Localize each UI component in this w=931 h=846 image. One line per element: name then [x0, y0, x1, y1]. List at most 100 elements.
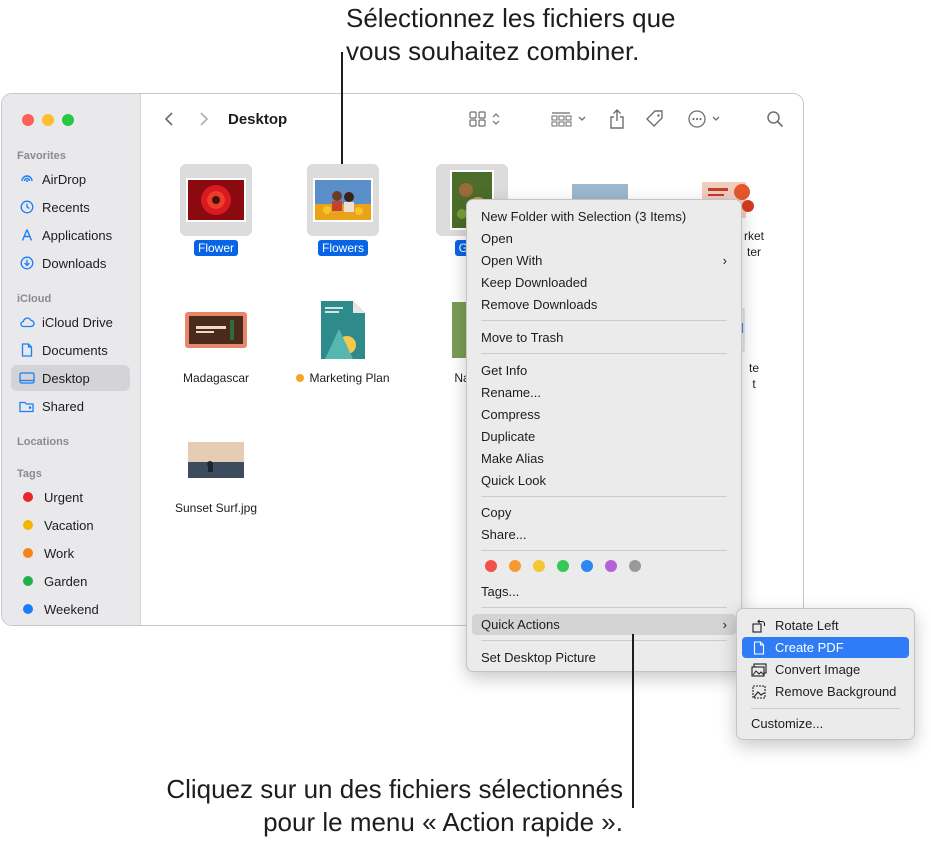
callout-leader-top	[341, 52, 343, 164]
menu-item-quick-actions[interactable]: Quick Actions ›	[472, 614, 736, 635]
minimize-window-button[interactable]	[42, 114, 54, 126]
menu-item-move-to-trash[interactable]: Move to Trash	[472, 327, 736, 348]
menu-item-quick-look[interactable]: Quick Look	[472, 470, 736, 491]
ellipsis-circle-icon	[688, 110, 720, 128]
menu-item-label: Get Info	[481, 363, 528, 378]
tag-color-yellow[interactable]	[533, 560, 545, 572]
menu-item-compress[interactable]: Compress	[472, 404, 736, 425]
sidebar-item-documents[interactable]: Documents	[11, 337, 130, 363]
callout-bottom-line-1: Cliquez sur un des fichiers sélectionnés	[166, 774, 623, 804]
callout-select-files: Sélectionnez les fichiers que vous souha…	[346, 2, 786, 68]
share-button[interactable]	[606, 106, 628, 132]
menu-separator	[481, 550, 727, 551]
share-icon	[610, 109, 624, 129]
menu-item-make-alias[interactable]: Make Alias	[472, 448, 736, 469]
sidebar-item-label: Documents	[42, 342, 108, 358]
menu-item-open[interactable]: Open	[472, 228, 736, 249]
tag-color-gray[interactable]	[629, 560, 641, 572]
sidebar-tag-vacation[interactable]: Vacation	[11, 512, 130, 538]
menu-item-label: Rotate Left	[775, 618, 839, 633]
tag-icon	[646, 110, 663, 127]
menu-item-label: New Folder with Selection (3 Items)	[481, 209, 687, 224]
file-name: Flower	[193, 240, 238, 256]
sidebar-item-label: Desktop	[42, 370, 90, 386]
sidebar-item-label: Vacation	[44, 517, 94, 533]
view-mode-button[interactable]	[468, 106, 504, 132]
sidebar-item-recents[interactable]: Recents	[11, 194, 130, 220]
sidebar-item-shared[interactable]: Shared	[11, 393, 130, 419]
file-madagascar[interactable]: Madagascar	[152, 294, 280, 387]
menu-item-label: Quick Look	[481, 473, 547, 488]
sidebar-item-airdrop[interactable]: AirDrop	[11, 166, 130, 192]
sidebar-tag-garden[interactable]: Garden	[11, 568, 130, 594]
tag-color-red[interactable]	[485, 560, 497, 572]
shared-folder-icon	[19, 398, 35, 414]
menu-item-remove-downloads[interactable]: Remove Downloads	[472, 294, 736, 315]
file-thumbnail	[180, 164, 252, 236]
action-menu-button[interactable]	[686, 106, 726, 132]
menu-item-customize[interactable]: Customize...	[742, 713, 909, 734]
menu-item-create-pdf[interactable]: Create PDF	[742, 637, 909, 658]
file-name: Sunset Surf.jpg	[174, 501, 258, 515]
file-marketing-plan[interactable]: Marketing Plan	[279, 294, 407, 387]
sidebar-item-applications[interactable]: Applications	[11, 222, 130, 248]
menu-separator	[481, 496, 727, 497]
sidebar-tag-urgent[interactable]: Urgent	[11, 484, 130, 510]
menu-item-rename[interactable]: Rename...	[472, 382, 736, 403]
sidebar-item-downloads[interactable]: Downloads	[11, 250, 130, 276]
menu-item-open-with[interactable]: Open With ›	[472, 250, 736, 271]
sidebar-item-label: Downloads	[42, 255, 107, 271]
sidebar-item-label: Urgent	[44, 489, 84, 505]
menu-item-get-info[interactable]: Get Info	[472, 360, 736, 381]
file-flowers[interactable]: Flowers	[279, 164, 407, 257]
grid-view-icon	[469, 111, 500, 127]
file-flower[interactable]: Flower	[152, 164, 280, 257]
close-window-button[interactable]	[22, 114, 34, 126]
tag-color-blue[interactable]	[581, 560, 593, 572]
tag-color-green[interactable]	[557, 560, 569, 572]
menu-item-share[interactable]: Share...	[472, 524, 736, 545]
sidebar-item-label: Work	[44, 545, 75, 561]
sidebar-item-label: Weekend	[44, 601, 99, 617]
group-by-button[interactable]	[550, 106, 590, 132]
rotate-left-icon	[751, 618, 767, 634]
sidebar-tag-weekend[interactable]: Weekend	[11, 596, 130, 622]
tag-color-orange[interactable]	[509, 560, 521, 572]
sidebar-item-desktop[interactable]: Desktop	[11, 365, 130, 391]
menu-item-label: Set Desktop Picture	[481, 650, 596, 665]
chevron-right-icon	[200, 112, 209, 126]
window-title: Desktop	[228, 111, 288, 128]
menu-item-rotate-left[interactable]: Rotate Left	[742, 615, 909, 636]
zoom-window-button[interactable]	[62, 114, 74, 126]
file-name: Flowers	[317, 240, 368, 256]
keynote-presentation-icon	[185, 312, 247, 348]
back-button[interactable]	[158, 106, 180, 132]
cloud-icon	[19, 314, 35, 330]
sidebar-item-icloud-drive[interactable]: iCloud Drive	[11, 309, 130, 335]
tag-button[interactable]	[643, 106, 667, 132]
menu-item-convert-image[interactable]: Convert Image	[742, 659, 909, 680]
menu-item-label: Quick Actions	[481, 617, 560, 632]
menu-item-label: Tags...	[481, 584, 520, 599]
menu-item-set-desktop-picture[interactable]: Set Desktop Picture	[472, 647, 736, 668]
menu-item-remove-background[interactable]: Remove Background	[742, 681, 909, 702]
menu-item-label: Keep Downloaded	[481, 275, 588, 290]
tag-color-purple[interactable]	[605, 560, 617, 572]
file-sunset-surf[interactable]: Sunset Surf.jpg	[152, 424, 280, 517]
file-thumbnail	[307, 294, 379, 366]
menu-item-duplicate[interactable]: Duplicate	[472, 426, 736, 447]
file-thumbnail	[180, 424, 252, 496]
sidebar-tag-work[interactable]: Work	[11, 540, 130, 566]
sidebar-item-label: iCloud Drive	[42, 314, 113, 330]
icloud-header: iCloud	[17, 293, 52, 305]
airdrop-icon	[19, 171, 35, 187]
menu-item-copy[interactable]: Copy	[472, 502, 736, 523]
menu-item-keep-downloaded[interactable]: Keep Downloaded	[472, 272, 736, 293]
menu-item-new-folder-with-selection[interactable]: New Folder with Selection (3 Items)	[472, 206, 736, 227]
tag-dot-icon	[23, 520, 33, 530]
download-icon	[19, 255, 35, 271]
chevron-left-icon	[164, 112, 173, 126]
forward-button[interactable]	[193, 106, 215, 132]
search-button[interactable]	[764, 106, 786, 132]
menu-item-tags[interactable]: Tags...	[472, 581, 736, 602]
